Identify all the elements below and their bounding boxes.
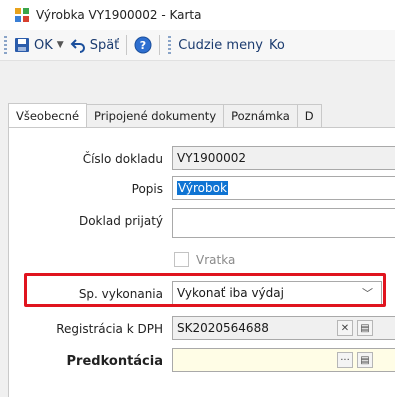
truncated-toolbar-button[interactable]: Ko bbox=[266, 33, 288, 57]
row-vratka: Vratka bbox=[0, 248, 395, 274]
undo-icon bbox=[70, 39, 85, 53]
row-doklad-prijaty: Doklad prijatý bbox=[0, 208, 395, 238]
card-icon[interactable]: ▤ bbox=[357, 320, 373, 336]
registracia-field[interactable]: SK2020564688 ✕ ▤ bbox=[172, 316, 395, 340]
row-registracia: Registrácia k DPH SK2020564688 ✕ ▤ bbox=[0, 316, 395, 342]
foreign-currency-button[interactable]: Cudzie meny bbox=[175, 33, 266, 57]
help-icon: ? bbox=[134, 36, 152, 54]
ok-label: OK bbox=[34, 37, 53, 53]
row-cislo-dokladu: Číslo dokladu VY1900002 bbox=[0, 146, 395, 172]
chevron-down-icon[interactable]: ▼ bbox=[57, 40, 64, 50]
foreign-currency-label: Cudzie meny bbox=[178, 37, 263, 53]
registracia-label: Registrácia k DPH bbox=[56, 322, 163, 336]
tab-poznamka[interactable]: Poznámka bbox=[223, 104, 298, 127]
tab-vseobecne[interactable]: Všeobecné bbox=[8, 103, 88, 127]
tab-truncated[interactable]: D bbox=[296, 104, 322, 127]
registracia-value: SK2020564688 bbox=[177, 321, 269, 335]
card-icon[interactable]: ▤ bbox=[357, 352, 373, 368]
svg-text:?: ? bbox=[140, 39, 146, 52]
truncated-toolbar-label: Ko bbox=[269, 37, 285, 53]
popis-selected-text: Výrobok bbox=[177, 181, 228, 195]
cislo-dokladu-label: Číslo dokladu bbox=[82, 152, 163, 166]
ellipsis-icon[interactable]: ··· bbox=[337, 352, 353, 368]
toolbar-grip[interactable] bbox=[168, 36, 172, 54]
save-icon bbox=[15, 38, 29, 52]
toolbar-separator bbox=[159, 35, 161, 55]
doklad-prijaty-label: Doklad prijatý bbox=[78, 214, 163, 228]
back-button[interactable]: Späť bbox=[67, 33, 123, 57]
row-popis: Popis Výrobok bbox=[0, 176, 395, 202]
popis-label: Popis bbox=[131, 182, 163, 196]
window-titlebar: Výrobka VY1900002 - Karta bbox=[0, 0, 395, 30]
predkontacia-input[interactable]: ··· ▤ bbox=[172, 348, 395, 372]
app-icon bbox=[15, 8, 29, 22]
ok-button[interactable]: OK ▼ bbox=[11, 33, 67, 57]
back-label: Späť bbox=[89, 37, 120, 53]
tab-pripojene-dokumenty[interactable]: Pripojené dokumenty bbox=[86, 104, 225, 127]
tab-strip: Všeobecné Pripojené dokumenty Poznámka D bbox=[8, 103, 322, 127]
predkontacia-label: Predkontácia bbox=[66, 354, 163, 369]
toolbar: OK ▼ Späť ? Cudzie meny Ko bbox=[0, 30, 395, 61]
row-predkontacia: Predkontácia ··· ▤ bbox=[0, 348, 395, 374]
cislo-dokladu-field[interactable]: VY1900002 bbox=[172, 146, 395, 170]
doklad-prijaty-input[interactable] bbox=[172, 208, 395, 238]
help-button[interactable]: ? bbox=[131, 33, 155, 57]
highlight-annotation bbox=[24, 273, 386, 307]
clear-icon[interactable]: ✕ bbox=[337, 320, 353, 336]
vratka-checkbox[interactable] bbox=[174, 252, 189, 267]
toolbar-grip[interactable] bbox=[4, 36, 7, 54]
toolbar-separator bbox=[126, 35, 128, 55]
popis-input[interactable]: Výrobok bbox=[172, 176, 395, 200]
window-title: Výrobka VY1900002 - Karta bbox=[36, 8, 202, 22]
vratka-label: Vratka bbox=[196, 253, 236, 267]
